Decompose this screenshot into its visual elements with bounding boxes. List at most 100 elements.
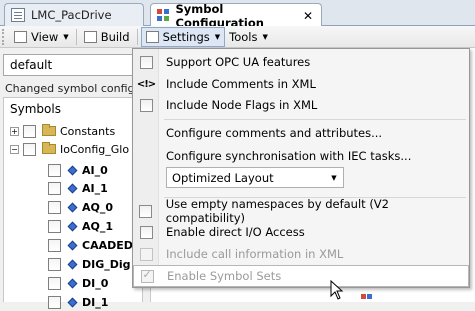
layout-select[interactable]: Optimized Layout ▼ xyxy=(166,167,344,188)
menu-item-label: Include call information in XML xyxy=(166,247,344,261)
menu-item-configure-synchronisation[interactable]: Configure synchronisation with IEC tasks… xyxy=(133,145,469,167)
tree-node-checkbox[interactable] xyxy=(48,295,61,309)
menu-item-include-call-info: Include call information in XML xyxy=(133,243,469,265)
folder-icon xyxy=(42,124,56,136)
menu-item-empty-namespaces[interactable]: Use empty namespaces by default (V2 comp… xyxy=(133,197,469,225)
toolbar: View ▼ Build Settings ▼ Tools ▼ xyxy=(0,26,475,48)
checkbox[interactable] xyxy=(139,98,153,112)
tree-node-variable[interactable]: DI_0 xyxy=(48,274,108,292)
tree-node-checkbox[interactable] xyxy=(23,124,36,138)
menu-item-enable-symbol-sets: Enable Symbol Sets xyxy=(133,265,469,287)
tree-node-checkbox[interactable] xyxy=(48,238,61,252)
tab-lmc-pacdrive[interactable]: LMC_PacDrive xyxy=(4,3,144,26)
symbols-tree: Symbols + Constants − IoConfig_Glo AI_0 … xyxy=(3,97,143,309)
collapse-icon[interactable]: − xyxy=(10,144,19,154)
build-button[interactable]: Build xyxy=(80,27,134,47)
tree-node-label: DI_1 xyxy=(82,295,109,309)
tree-node-variable[interactable]: AQ_1 xyxy=(48,217,113,235)
view-menu-button[interactable]: View ▼ xyxy=(10,27,73,47)
variable-icon xyxy=(67,278,78,288)
tree-node-label: IoConfig_Glo xyxy=(60,142,130,156)
chevron-down-icon: ▼ xyxy=(214,32,221,41)
menu-item-label: Configure comments and attributes... xyxy=(166,126,383,140)
editor-tab-strip: LMC_PacDrive Symbol Configuration ✕ xyxy=(0,0,475,30)
configuration-select[interactable]: default xyxy=(3,54,153,76)
checkbox[interactable] xyxy=(139,55,153,69)
folder-icon xyxy=(42,142,56,154)
checkbox[interactable] xyxy=(139,225,153,239)
menu-item-label: Support OPC UA features xyxy=(166,55,311,69)
menu-separator xyxy=(164,119,466,120)
tree-node-ioconfig-globals[interactable]: − IoConfig_Glo xyxy=(10,140,129,158)
configuration-select-value: default xyxy=(10,58,53,72)
variable-icon xyxy=(67,202,78,212)
symbols-tree-header: Symbols xyxy=(10,102,61,116)
tree-node-checkbox[interactable] xyxy=(48,276,61,290)
tree-node-checkbox[interactable] xyxy=(23,142,36,156)
settings-label: Settings xyxy=(162,29,210,44)
tree-node-label: AI_1 xyxy=(82,181,108,195)
tree-node-label: DI_0 xyxy=(82,276,109,290)
menu-item-label: Include Comments in XML xyxy=(166,77,316,91)
variable-icon xyxy=(67,259,78,269)
layout-select-value: Optimized Layout xyxy=(172,170,274,185)
tree-node-variable[interactable]: AQ_0 xyxy=(48,198,113,216)
variable-icon xyxy=(67,240,78,250)
tree-node-label: Constants xyxy=(60,124,116,138)
tree-node-label: DIG_Dig xyxy=(82,257,131,271)
build-label: Build xyxy=(100,29,130,44)
tree-node-constants[interactable]: + Constants xyxy=(10,122,115,140)
tree-node-variable[interactable]: AI_1 xyxy=(48,179,108,197)
chevron-down-icon: ▼ xyxy=(331,173,337,182)
expand-icon[interactable]: + xyxy=(10,126,19,136)
settings-dropdown-menu: Support OPC UA features <!> Include Comm… xyxy=(132,48,470,288)
menu-item-label: Enable direct I/O Access xyxy=(166,225,305,239)
mouse-cursor-icon xyxy=(330,280,344,300)
variable-icon xyxy=(361,294,372,299)
tab-symbol-configuration[interactable]: Symbol Configuration ✕ xyxy=(150,2,322,30)
document-icon xyxy=(11,8,25,22)
chevron-down-icon: ▼ xyxy=(63,32,69,41)
menu-item-configure-comments[interactable]: Configure comments and attributes... xyxy=(133,122,469,144)
close-icon[interactable]: ✕ xyxy=(301,9,315,23)
status-message: Changed symbol configurati xyxy=(5,82,145,95)
menu-item-include-comments-xml[interactable]: <!> Include Comments in XML xyxy=(133,73,469,95)
tree-node-variable[interactable]: DI_1 xyxy=(48,293,108,311)
tree-node-checkbox[interactable] xyxy=(48,257,61,271)
tools-label: Tools xyxy=(229,29,258,44)
xml-comment-icon: <!> xyxy=(136,78,156,90)
tree-node-checkbox[interactable] xyxy=(48,200,61,214)
tree-node-checkbox[interactable] xyxy=(48,181,61,195)
tree-node-variable[interactable]: DIG_Dig xyxy=(48,255,131,273)
build-icon xyxy=(83,30,97,43)
tools-menu-button[interactable]: Tools ▼ xyxy=(225,27,272,47)
view-icon xyxy=(14,30,27,43)
menu-item-include-node-flags[interactable]: Include Node Flags in XML xyxy=(133,94,469,116)
menu-item-support-opc-ua[interactable]: Support OPC UA features xyxy=(133,51,469,73)
toolbar-separator xyxy=(136,28,138,45)
tab-label: LMC_PacDrive xyxy=(31,8,112,22)
toolbar-separator xyxy=(75,28,77,45)
variable-icon xyxy=(67,165,78,175)
chevron-down-icon: ▼ xyxy=(262,32,268,41)
view-label: View xyxy=(31,29,59,44)
tree-node-checkbox[interactable] xyxy=(48,163,61,177)
toolbar-grip[interactable] xyxy=(2,28,6,45)
variable-icon xyxy=(67,221,78,231)
tree-node-variable[interactable]: AI_0 xyxy=(48,161,108,179)
menu-item-label: Configure synchronisation with IEC tasks… xyxy=(166,149,412,163)
tree-node-label: AQ_0 xyxy=(82,200,114,214)
menu-item-label: Include Node Flags in XML xyxy=(166,98,318,112)
menu-item-label: Enable Symbol Sets xyxy=(167,269,282,283)
settings-icon xyxy=(145,30,159,43)
settings-menu-button[interactable]: Settings ▼ xyxy=(140,26,226,47)
checkbox-checked xyxy=(140,268,154,283)
tree-node-label: AI_0 xyxy=(82,163,108,177)
checkbox xyxy=(139,247,153,261)
checkbox[interactable] xyxy=(139,204,153,218)
tree-node-variable[interactable]: CAADEDT xyxy=(48,236,140,254)
variable-icon xyxy=(67,297,78,307)
tree-node-checkbox[interactable] xyxy=(48,219,61,233)
symbol-configuration-icon xyxy=(157,8,170,23)
menu-item-direct-io-access[interactable]: Enable direct I/O Access xyxy=(133,221,469,243)
